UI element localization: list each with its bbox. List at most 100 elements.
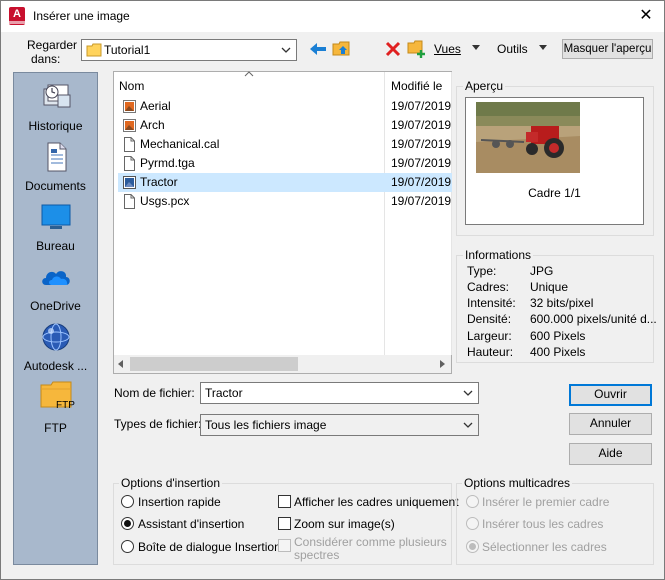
insert-dialog-radio[interactable] (121, 540, 134, 553)
info-key: Intensité: (467, 296, 516, 310)
file-icon (124, 194, 135, 209)
file-list[interactable]: Nom Modifié le Aerial 19/07/2019 Arch 19… (113, 71, 452, 374)
preview-group-label: Aperçu (463, 79, 506, 93)
file-icon (124, 156, 135, 171)
treat-as-multiple-checkbox[interactable] (278, 539, 291, 552)
select-frames-label: Sélectionner les cadres (482, 540, 607, 554)
hide-preview-button[interactable]: Masquer l'aperçu (562, 39, 653, 59)
insert-wizard-radio[interactable] (121, 517, 134, 530)
file-date: 19/07/2019 (391, 175, 452, 189)
place-onedrive[interactable]: OneDrive (14, 261, 97, 313)
file-name: Tractor (140, 175, 178, 189)
horizontal-scrollbar[interactable] (114, 355, 451, 373)
views-menu-button[interactable]: Vues (434, 42, 461, 56)
all-frames-label: Insérer tous les cadres (482, 517, 604, 531)
file-row[interactable]: Mechanical.cal 19/07/2019 (118, 135, 452, 154)
look-in-label-line1: Regarder (27, 38, 78, 52)
autodesk-icon (42, 323, 70, 351)
image-file-icon (123, 176, 136, 189)
info-value: Unique (530, 280, 569, 294)
file-name: Usgs.pcx (140, 194, 190, 208)
place-history[interactable]: Historique (14, 81, 97, 133)
cancel-button[interactable]: Annuler (569, 413, 652, 435)
tractor-preview-image (476, 102, 580, 173)
file-name: Mechanical.cal (140, 137, 220, 151)
info-row-height: Hauteur: 400 Pixels (467, 345, 657, 361)
window-title: Insérer une image (33, 9, 130, 23)
views-dropdown-icon[interactable] (471, 44, 481, 52)
insert-wizard-label[interactable]: Assistant d'insertion (138, 517, 244, 531)
desktop-icon (41, 204, 71, 229)
image-file-icon (123, 119, 136, 132)
sort-ascending-icon (244, 71, 254, 77)
first-frame-radio[interactable] (466, 495, 479, 508)
help-button[interactable]: Aide (569, 443, 652, 465)
filetype-label: Types de fichier: (114, 417, 202, 431)
tools-dropdown-icon[interactable] (538, 44, 548, 52)
file-row[interactable]: Pyrmd.tga 19/07/2019 (118, 154, 452, 173)
place-desktop[interactable]: Bureau (14, 201, 97, 253)
look-in-combo[interactable]: Tutorial1 (81, 39, 297, 61)
place-label: Bureau (36, 239, 75, 253)
scroll-left-icon[interactable] (116, 359, 126, 369)
info-key: Densité: (467, 312, 512, 326)
filetype-combo[interactable]: Tous les fichiers image (200, 414, 479, 436)
place-label: FTP (44, 421, 67, 435)
file-date: 19/07/2019 (391, 118, 452, 132)
filename-combo[interactable]: Tractor (200, 382, 479, 404)
info-row-intensity: Intensité: 32 bits/pixel (467, 296, 657, 312)
preview-caption: Cadre 1/1 (528, 186, 581, 200)
file-name: Aerial (140, 99, 171, 113)
treat-as-multiple-label-line1: Considérer comme plusieurs (294, 535, 447, 549)
chevron-down-icon[interactable] (462, 385, 474, 401)
up-folder-icon[interactable] (332, 39, 352, 59)
file-date: 19/07/2019 (391, 156, 452, 170)
file-row[interactable]: Aerial 19/07/2019 (118, 97, 452, 116)
ftp-folder-sublabel: FTP (56, 400, 75, 411)
zoom-to-image-checkbox[interactable] (278, 517, 291, 530)
quick-insert-radio[interactable] (121, 495, 134, 508)
column-header-name-label: Nom (119, 79, 145, 93)
treat-as-multiple-label-line2: spectres (294, 548, 340, 562)
filename-value: Tractor (205, 386, 243, 400)
column-header-name[interactable]: Nom (114, 71, 384, 98)
zoom-to-image-label[interactable]: Zoom sur image(s) (294, 517, 395, 531)
file-date: 19/07/2019 (391, 137, 452, 151)
chevron-down-icon (281, 47, 291, 53)
show-frames-only-label[interactable]: Afficher les cadres uniquement (294, 495, 459, 509)
select-frames-radio[interactable] (466, 540, 479, 553)
info-key: Type: (467, 264, 497, 278)
place-ftp[interactable]: FTP FTP (14, 379, 97, 437)
folder-icon (86, 43, 102, 57)
file-icon (124, 137, 135, 152)
open-button[interactable]: Ouvrir (569, 384, 652, 406)
new-folder-icon[interactable] (407, 39, 427, 59)
back-arrow-icon[interactable] (308, 40, 328, 58)
file-date: 19/07/2019 (391, 99, 452, 113)
chevron-down-icon[interactable] (462, 417, 474, 433)
info-key: Hauteur: (467, 345, 514, 359)
all-frames-radio[interactable] (466, 517, 479, 530)
show-frames-only-checkbox[interactable] (278, 495, 291, 508)
scrollbar-thumb[interactable] (130, 357, 298, 371)
insert-dialog-label[interactable]: Boîte de dialogue Insertion (138, 540, 281, 554)
place-label: Documents (25, 179, 86, 193)
insert-image-dialog: A Insérer une image ✕ Regarder dans: Tut… (0, 0, 665, 580)
place-documents[interactable]: Documents (14, 141, 97, 193)
delete-icon[interactable] (385, 41, 401, 57)
insert-options-label: Options d'insertion (119, 476, 223, 490)
file-row[interactable]: Usgs.pcx 19/07/2019 (118, 192, 452, 211)
file-row-selected[interactable]: Tractor 19/07/2019 (118, 173, 452, 192)
file-name: Pyrmd.tga (140, 156, 195, 170)
quick-insert-label[interactable]: Insertion rapide (138, 495, 221, 509)
info-key: Cadres: (467, 280, 510, 294)
scroll-right-icon[interactable] (437, 359, 447, 369)
place-autodesk[interactable]: Autodesk ... (14, 321, 97, 373)
column-header-modified-label: Modifié le (391, 79, 443, 93)
file-row[interactable]: Arch 19/07/2019 (118, 116, 452, 135)
column-header-modified[interactable]: Modifié le (386, 72, 452, 98)
close-icon[interactable]: ✕ (631, 4, 661, 28)
tools-menu-button[interactable]: Outils (497, 42, 528, 56)
multiframe-options-label: Options multicadres (462, 476, 573, 490)
look-in-value: Tutorial1 (104, 43, 151, 57)
